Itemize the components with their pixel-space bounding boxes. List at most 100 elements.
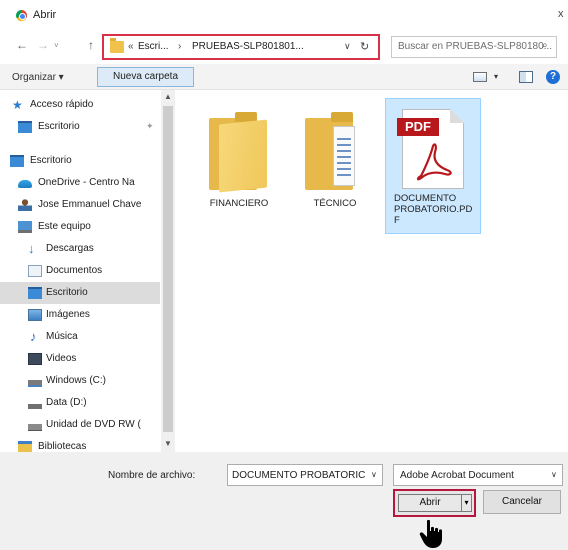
sidebar-item-label: Imágenes (46, 309, 90, 320)
sidebar-item-escritorio-pinned[interactable]: Escritorio ✦ (0, 116, 160, 138)
download-icon: ↓ (28, 241, 35, 256)
sidebar-item-documentos[interactable]: Documentos (0, 260, 160, 282)
sidebar-item-label: Descargas (46, 243, 94, 254)
file-item-documento-probatorio[interactable]: PDF DOCUMENTO PROBATORIO.PD F (385, 98, 481, 234)
drive-icon (28, 375, 42, 387)
pin-icon: ✦ (146, 121, 154, 131)
open-button[interactable]: Abrir (398, 494, 462, 512)
hand-cursor-icon (419, 519, 442, 548)
file-name: FINANCIERO (209, 198, 269, 209)
navigation-pane: ★ Acceso rápido Escritorio ✦ Escritorio … (0, 90, 175, 452)
sidebar-item-label: Data (D:) (46, 397, 87, 408)
sidebar-item-user[interactable]: Jose Emmanuel Chave (0, 194, 160, 216)
close-button[interactable]: x (558, 8, 564, 20)
chevron-down-icon[interactable]: ∨ (551, 470, 557, 479)
file-name: TÉCNICO (313, 198, 357, 209)
search-box[interactable]: Buscar en PRUEBAS-SLP80180... ⌕ (391, 36, 557, 58)
title-bar: Abrir x (0, 0, 568, 30)
drive-icon (28, 397, 42, 409)
forward-button[interactable]: → (37, 38, 49, 52)
pdf-badge: PDF (397, 118, 439, 136)
breadcrumb-separator[interactable]: › (178, 41, 181, 52)
sidebar-item-label: Bibliotecas (38, 441, 87, 452)
sidebar-item-label: Acceso rápido (30, 99, 94, 110)
sidebar-item-label: OneDrive - Centro Na (38, 177, 135, 188)
sidebar-item-descargas[interactable]: ↓ Descargas (0, 238, 160, 260)
documents-icon (28, 265, 42, 277)
sidebar-item-label: Música (46, 331, 78, 342)
organize-button[interactable]: Organizar ▾ (12, 72, 64, 83)
preview-pane-icon[interactable] (519, 71, 533, 83)
new-folder-button[interactable]: Nueva carpeta (97, 67, 194, 87)
sidebar-item-onedrive[interactable]: OneDrive - Centro Na (0, 172, 160, 194)
recent-locations-button[interactable]: ˅ (54, 41, 59, 50)
breadcrumb-escritorio[interactable]: Escri... (138, 41, 169, 52)
search-input[interactable]: Buscar en PRUEBAS-SLP80180... (398, 41, 552, 52)
computer-icon (18, 221, 32, 233)
filename-combobox[interactable]: DOCUMENTO PROBATORIC ∨ (227, 464, 383, 486)
command-bar: Organizar ▾ Nueva carpeta ▾ ? (0, 64, 568, 90)
filetype-select[interactable]: Adobe Acrobat Document ∨ (393, 464, 563, 486)
open-button-group: Abrir ▾ (393, 489, 476, 517)
desktop-icon (28, 287, 42, 299)
back-button[interactable]: ← (16, 38, 28, 52)
desktop-icon (18, 121, 32, 133)
window-title: Abrir (33, 9, 57, 21)
scroll-up-icon[interactable]: ▲ (164, 92, 172, 101)
video-icon (28, 353, 42, 365)
breadcrumb-pruebas[interactable]: PRUEBAS-SLP801801... (192, 41, 304, 52)
filename-input[interactable]: DOCUMENTO PROBATORIC (232, 470, 365, 481)
pdf-file-icon: PDF (397, 109, 464, 189)
scrollbar-thumb[interactable] (163, 106, 173, 432)
sidebar-item-label: Escritorio (38, 121, 80, 132)
sidebar-item-windows-c[interactable]: Windows (C:) (0, 370, 160, 392)
file-name-line: DOCUMENTO (394, 193, 457, 204)
sidebar-item-label: Videos (46, 353, 77, 364)
user-icon (18, 199, 32, 211)
acrobat-logo-icon (416, 143, 452, 181)
sidebar-item-label: Windows (C:) (46, 375, 107, 386)
file-item-tecnico[interactable]: TÉCNICO (287, 100, 383, 238)
sidebar-item-label: Documentos (46, 265, 103, 276)
sidebar-item-data-d[interactable]: Data (D:) (0, 392, 160, 414)
help-icon[interactable]: ? (546, 70, 560, 84)
address-dropdown-button[interactable]: ∨ (344, 41, 351, 52)
sidebar-item-label: Escritorio (46, 287, 88, 298)
file-item-financiero[interactable]: FINANCIERO (191, 100, 287, 238)
filename-label: Nombre de archivo: (108, 470, 196, 481)
file-list: FINANCIERO TÉCNICO PDF DOCUMENTO PROBATO… (175, 90, 568, 452)
desktop-icon (10, 155, 24, 167)
sidebar-item-label: Jose Emmanuel Chave (38, 199, 142, 210)
file-name-line: PROBATORIO.PD (394, 204, 473, 215)
sidebar-item-musica[interactable]: ♪ Música (0, 326, 160, 348)
folder-icon (110, 38, 124, 53)
view-options-icon[interactable] (473, 72, 487, 82)
sidebar-item-dvd[interactable]: Unidad de DVD RW ( (0, 414, 160, 436)
star-icon: ★ (12, 98, 23, 112)
folder-icon (209, 112, 271, 193)
refresh-button[interactable]: ↻ (360, 40, 369, 53)
library-icon (18, 441, 32, 452)
sidebar-item-imagenes[interactable]: Imágenes (0, 304, 160, 326)
file-name-line: F (394, 215, 400, 226)
sidebar-item-escritorio[interactable]: Escritorio (0, 150, 160, 172)
sidebar-item-videos[interactable]: Videos (0, 348, 160, 370)
sidebar-item-bibliotecas[interactable]: Bibliotecas (0, 436, 160, 452)
sidebar-scrollbar[interactable]: ▲ ▼ (161, 90, 175, 452)
cancel-button[interactable]: Cancelar (483, 490, 561, 514)
address-overflow[interactable]: « (128, 41, 134, 52)
pictures-icon (28, 309, 42, 321)
sidebar-item-label: Escritorio (30, 155, 72, 166)
sidebar-item-este-equipo[interactable]: Este equipo (0, 216, 160, 238)
sidebar-item-acceso-rapido[interactable]: ★ Acceso rápido (0, 94, 160, 116)
file-name: DOCUMENTO PROBATORIO.PD F (386, 193, 482, 226)
address-bar[interactable]: « Escri... › PRUEBAS-SLP801801... ∨ ↻ (102, 34, 380, 60)
open-options-button[interactable]: ▾ (461, 494, 472, 512)
up-button[interactable]: ↑ (88, 38, 94, 52)
scroll-down-icon[interactable]: ▼ (164, 439, 172, 448)
view-dropdown-button[interactable]: ▾ (494, 72, 498, 81)
sidebar-item-escritorio-selected[interactable]: Escritorio (0, 282, 160, 304)
dvd-icon (28, 419, 42, 431)
search-icon: ⌕ (542, 40, 548, 51)
chevron-down-icon[interactable]: ∨ (371, 470, 377, 479)
